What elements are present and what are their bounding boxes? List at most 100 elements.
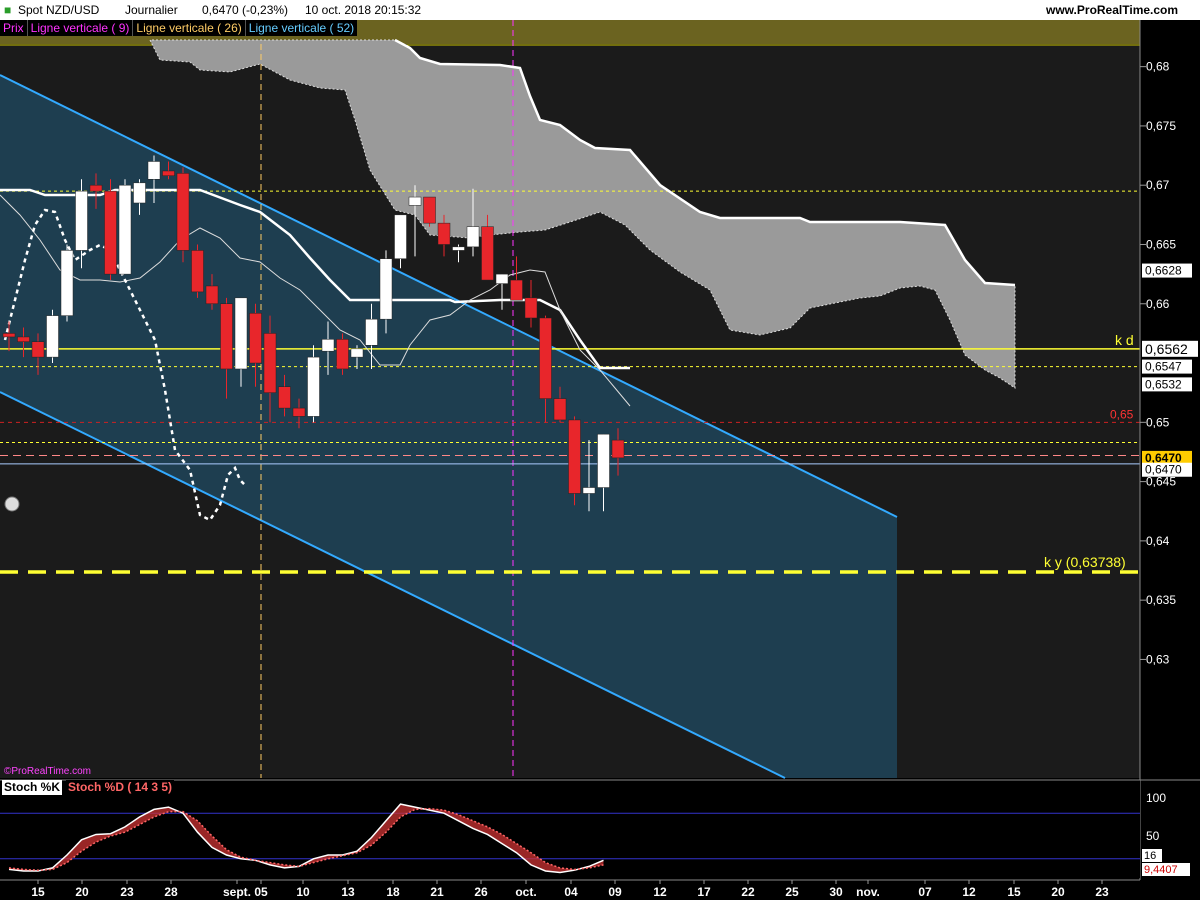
watermark: ©ProRealTime.com [4,766,92,777]
date-tick-label: sept. [223,885,251,899]
last-price: 0,6470 (-0,23%) [202,3,289,17]
date-tick-label: 20 [75,885,89,899]
date-tick-label: 05 [254,885,268,899]
price-tick-label: 0,67 [1146,178,1170,192]
candle-body [89,184,103,192]
price-tag-label: 0,6470 [1145,463,1182,477]
price-tick-label: 0,63 [1146,652,1170,666]
candle-body [2,333,16,338]
date-tick-label: 12 [653,885,667,899]
timeframe: Journalier [125,3,178,17]
candle-body [46,315,59,358]
candle-body [133,182,146,204]
date-tick-label: 26 [474,885,488,899]
instrument-name: Spot NZD/USD [18,3,100,17]
candle-body [481,226,494,281]
candle-body [510,279,523,301]
date-tick-label: nov. [856,885,880,899]
instrument-status-icon: ■ [4,3,12,17]
date-tick-label: 10 [296,885,310,899]
date-tick-label: 12 [962,885,976,899]
date-tick-label: 22 [741,885,755,899]
candle-body [597,433,610,488]
date-tick-label: 09 [608,885,622,899]
candle-body [539,317,552,399]
date-tick-label: 23 [1095,885,1109,899]
candle-body [75,190,88,251]
candle-body [191,250,204,293]
candle-body [307,356,320,417]
date-tick-label: oct. [515,885,536,899]
candle-body [249,312,262,364]
candle-body [466,226,480,248]
date-tick-label: 17 [697,885,711,899]
candle-body [568,419,581,494]
date-tick-label: 04 [564,885,578,899]
candle-body [118,184,132,275]
price-tag-label: 0,6628 [1145,264,1182,278]
date-tick-label: 18 [386,885,400,899]
candle-body [17,336,30,342]
ky-label: k y (0,63738) [1044,554,1126,570]
candle-body [263,333,277,393]
legend-ligne-verticale-9[interactable]: Ligne verticale ( 9) [26,20,133,36]
date-tick-label: 15 [1007,885,1021,899]
date-tick-label: 30 [829,885,843,899]
price-tick-label: 0,64 [1146,534,1170,548]
candle-body [162,170,175,176]
stoch-k-label[interactable]: Stoch %K [2,780,63,795]
stoch-d-label[interactable]: Stoch %D ( 14 3 5) [66,780,175,795]
candle-body [423,196,436,224]
candle-body [365,318,378,346]
candle-body [437,222,451,245]
price-tag-label: 0,6547 [1145,360,1182,374]
candle-body [234,297,248,370]
candle-body [104,190,117,275]
candle-body [336,339,349,370]
candle-body [379,258,393,320]
price-tick-label: 0,675 [1146,119,1176,133]
legend-ligne-verticale-52[interactable]: Ligne verticale ( 52) [244,20,357,36]
candle-body [611,439,625,459]
candle-body [394,214,407,259]
price-tick-label: 0,68 [1146,60,1170,74]
price-tick-label: 0,65 [1146,415,1170,429]
price-tag-label: 0,6532 [1145,377,1182,391]
stoch-d-tag-label: 9,4407 [1144,864,1178,876]
candle-body [278,386,291,409]
candle-body [176,173,190,251]
date-tick-label: 23 [120,885,134,899]
candle-body [147,161,161,180]
date-tick-label: 25 [785,885,799,899]
candle-body [60,250,74,316]
kd-label: k d [1115,332,1134,348]
stoch-tick-50: 50 [1146,829,1160,843]
price-tick-label: 0,635 [1146,593,1176,607]
candle-body [582,487,596,494]
candle-body [452,246,465,251]
date-tick-label: 21 [430,885,444,899]
alert-clock-icon [4,496,20,512]
price-chart[interactable]: 0,680,6750,670,6650,660,650,6450,640,635… [0,0,1200,900]
candle-body [321,339,335,352]
level-065-label: 0,65 [1110,407,1134,421]
date-tick-label: 28 [164,885,178,899]
indicator-legend: Prix Ligne verticale ( 9) Ligne vertical… [0,20,358,36]
price-tick-label: 0,665 [1146,237,1176,251]
candle-body [495,273,509,284]
stoch-tick-100: 100 [1146,791,1166,805]
date-tick-label: 13 [341,885,355,899]
legend-prix[interactable]: Prix [0,20,27,36]
candle-body [408,196,422,206]
date-tick-label: 20 [1051,885,1065,899]
stoch-k-tag-label: 16 [1144,850,1156,862]
site-link[interactable]: www.ProRealTime.com [1046,3,1178,17]
candle-body [31,341,45,358]
date-tick-label: 15 [31,885,45,899]
candle-body [553,398,567,421]
kd-tag-value: 0,6562 [1145,341,1188,357]
candle-body [205,285,219,305]
timestamp: 10 oct. 2018 20:15:32 [305,3,422,17]
title-bar: ■ Spot NZD/USD Journalier 0,6470 (-0,23%… [0,0,1200,20]
legend-ligne-verticale-26[interactable]: Ligne verticale ( 26) [132,20,244,36]
